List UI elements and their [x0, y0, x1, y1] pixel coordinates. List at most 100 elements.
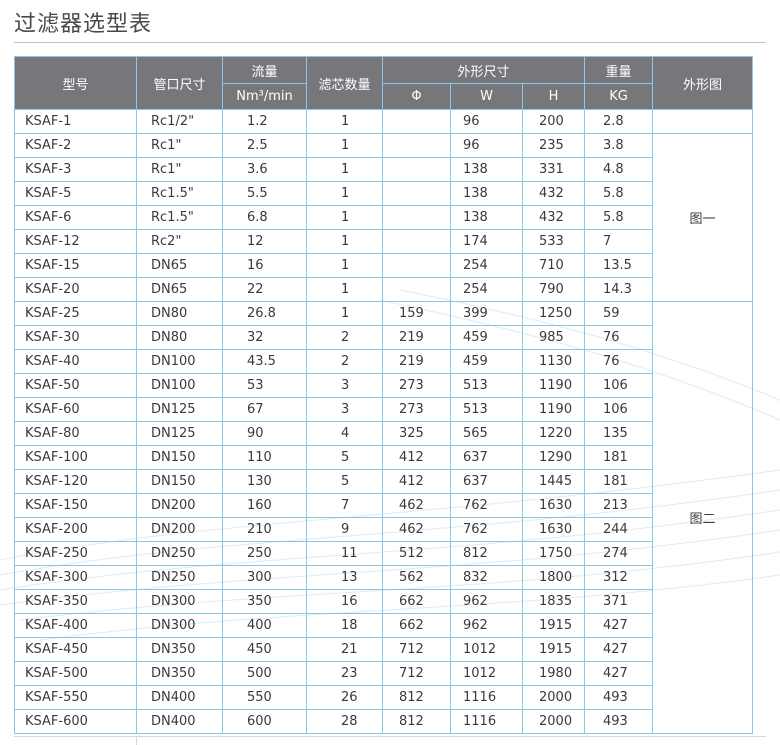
table-row: KSAF-5 Rc1.5" 5.5 1 138 432 5.8: [14, 181, 753, 206]
cell-model: KSAF-120: [14, 469, 137, 494]
filter-selection-table: 型号 管口尺寸 流量 滤芯数量 外形尺寸 重量 外形图 Nm³/min Φ W …: [14, 56, 753, 734]
cell-model: KSAF-20: [14, 277, 137, 302]
cell-port-size: DN400: [136, 709, 223, 734]
table-row: KSAF-350 DN300 350 16 662 962 1835 371: [14, 589, 753, 614]
cell-element-count: 28: [306, 709, 383, 734]
cell-phi: 325: [382, 421, 451, 446]
cell-phi: 462: [382, 493, 451, 518]
cell-port-size: DN200: [136, 517, 223, 542]
cell-weight: 213: [584, 493, 653, 518]
cell-element-count: 1: [306, 301, 383, 326]
cell-h: 985: [522, 325, 585, 350]
cell-flow: 3.6: [222, 157, 307, 182]
cell-w: 762: [450, 517, 523, 542]
cell-model: KSAF-250: [14, 541, 137, 566]
cell-phi: [382, 157, 451, 182]
table-header: 型号 管口尺寸 流量 滤芯数量 外形尺寸 重量 外形图 Nm³/min Φ W …: [14, 56, 753, 110]
cell-w: 962: [450, 589, 523, 614]
cell-phi: 412: [382, 469, 451, 494]
cell-model: KSAF-600: [14, 709, 137, 734]
cell-element-count: 1: [306, 181, 383, 206]
cell-element-count: 26: [306, 685, 383, 710]
table-row: KSAF-60 DN125 67 3 273 513 1190 106: [14, 397, 753, 422]
cell-w: 812: [450, 541, 523, 566]
cell-weight: 76: [584, 349, 653, 374]
cell-phi: [382, 133, 451, 158]
cell-weight: 493: [584, 685, 653, 710]
cell-w: 565: [450, 421, 523, 446]
cell-element-count: 1: [306, 133, 383, 158]
table-row: KSAF-150 DN200 160 7 462 762 1630 213: [14, 493, 753, 518]
cell-port-size: DN100: [136, 373, 223, 398]
table-row: KSAF-6 Rc1.5" 6.8 1 138 432 5.8: [14, 205, 753, 230]
cell-flow: 43.5: [222, 349, 307, 374]
cell-phi: [382, 205, 451, 230]
cell-w: 962: [450, 613, 523, 638]
cell-flow: 26.8: [222, 301, 307, 326]
table-row: KSAF-600 DN400 600 28 812 1116 2000 493: [14, 709, 753, 734]
cell-flow: 16: [222, 253, 307, 278]
cell-w: 637: [450, 445, 523, 470]
cell-w: 1012: [450, 637, 523, 662]
cell-flow: 6.8: [222, 205, 307, 230]
cell-model: KSAF-30: [14, 325, 137, 350]
cell-model: KSAF-15: [14, 253, 137, 278]
cell-model: KSAF-300: [14, 565, 137, 590]
cell-h: 1190: [522, 373, 585, 398]
cell-element-count: 1: [306, 277, 383, 302]
cell-model: KSAF-550: [14, 685, 137, 710]
cell-port-size: DN100: [136, 349, 223, 374]
cell-model: KSAF-40: [14, 349, 137, 374]
header-dimensions: 外形尺寸: [382, 56, 585, 84]
cell-flow: 300: [222, 565, 307, 590]
header-phi: Φ: [382, 83, 451, 110]
table-row: KSAF-30 DN80 32 2 219 459 985 76: [14, 325, 753, 350]
cell-model: KSAF-1: [14, 109, 137, 134]
table-row: KSAF-550 DN400 550 26 812 1116 2000 493: [14, 685, 753, 710]
table-body: KSAF-1 Rc1/2" 1.2 1 96 200 2.8 KSAF-2 Rc1" 2.5 1 96…: [14, 109, 753, 734]
table-row: KSAF-120 DN150 130 5 412 637 1445 181: [14, 469, 753, 494]
cell-element-count: 5: [306, 445, 383, 470]
cell-phi: [382, 229, 451, 254]
cell-weight: 5.8: [584, 205, 653, 230]
table-row: KSAF-40 DN100 43.5 2 219 459 1130 76: [14, 349, 753, 374]
cell-port-size: DN350: [136, 661, 223, 686]
cell-flow: 53: [222, 373, 307, 398]
cell-h: 1750: [522, 541, 585, 566]
cell-flow: 450: [222, 637, 307, 662]
cell-flow: 32: [222, 325, 307, 350]
title-divider: [14, 42, 766, 43]
cell-model: KSAF-12: [14, 229, 137, 254]
cell-weight: 371: [584, 589, 653, 614]
cell-model: KSAF-150: [14, 493, 137, 518]
cell-model: KSAF-350: [14, 589, 137, 614]
cell-port-size: DN65: [136, 277, 223, 302]
cell-element-count: 21: [306, 637, 383, 662]
table-row: KSAF-100 DN150 110 5 412 637 1290 181: [14, 445, 753, 470]
cell-phi: 812: [382, 709, 451, 734]
cell-h: 1220: [522, 421, 585, 446]
cell-model: KSAF-25: [14, 301, 137, 326]
cell-phi: [382, 181, 451, 206]
cell-model: KSAF-2: [14, 133, 137, 158]
cell-w: 96: [450, 109, 523, 134]
cell-phi: 219: [382, 349, 451, 374]
cell-port-size: DN125: [136, 397, 223, 422]
cell-flow: 130: [222, 469, 307, 494]
cell-weight: 135: [584, 421, 653, 446]
header-weight: 重量: [584, 56, 653, 84]
cell-w: 1116: [450, 685, 523, 710]
cell-h: 331: [522, 157, 585, 182]
cell-h: 1915: [522, 637, 585, 662]
page-title: 过滤器选型表: [14, 12, 153, 37]
cell-model: KSAF-200: [14, 517, 137, 542]
cell-element-count: 1: [306, 229, 383, 254]
cell-w: 399: [450, 301, 523, 326]
cell-element-count: 1: [306, 253, 383, 278]
cell-w: 762: [450, 493, 523, 518]
cell-model: KSAF-80: [14, 421, 137, 446]
cell-h: 432: [522, 181, 585, 206]
cell-w: 1012: [450, 661, 523, 686]
cell-phi: 159: [382, 301, 451, 326]
cell-weight: 59: [584, 301, 653, 326]
